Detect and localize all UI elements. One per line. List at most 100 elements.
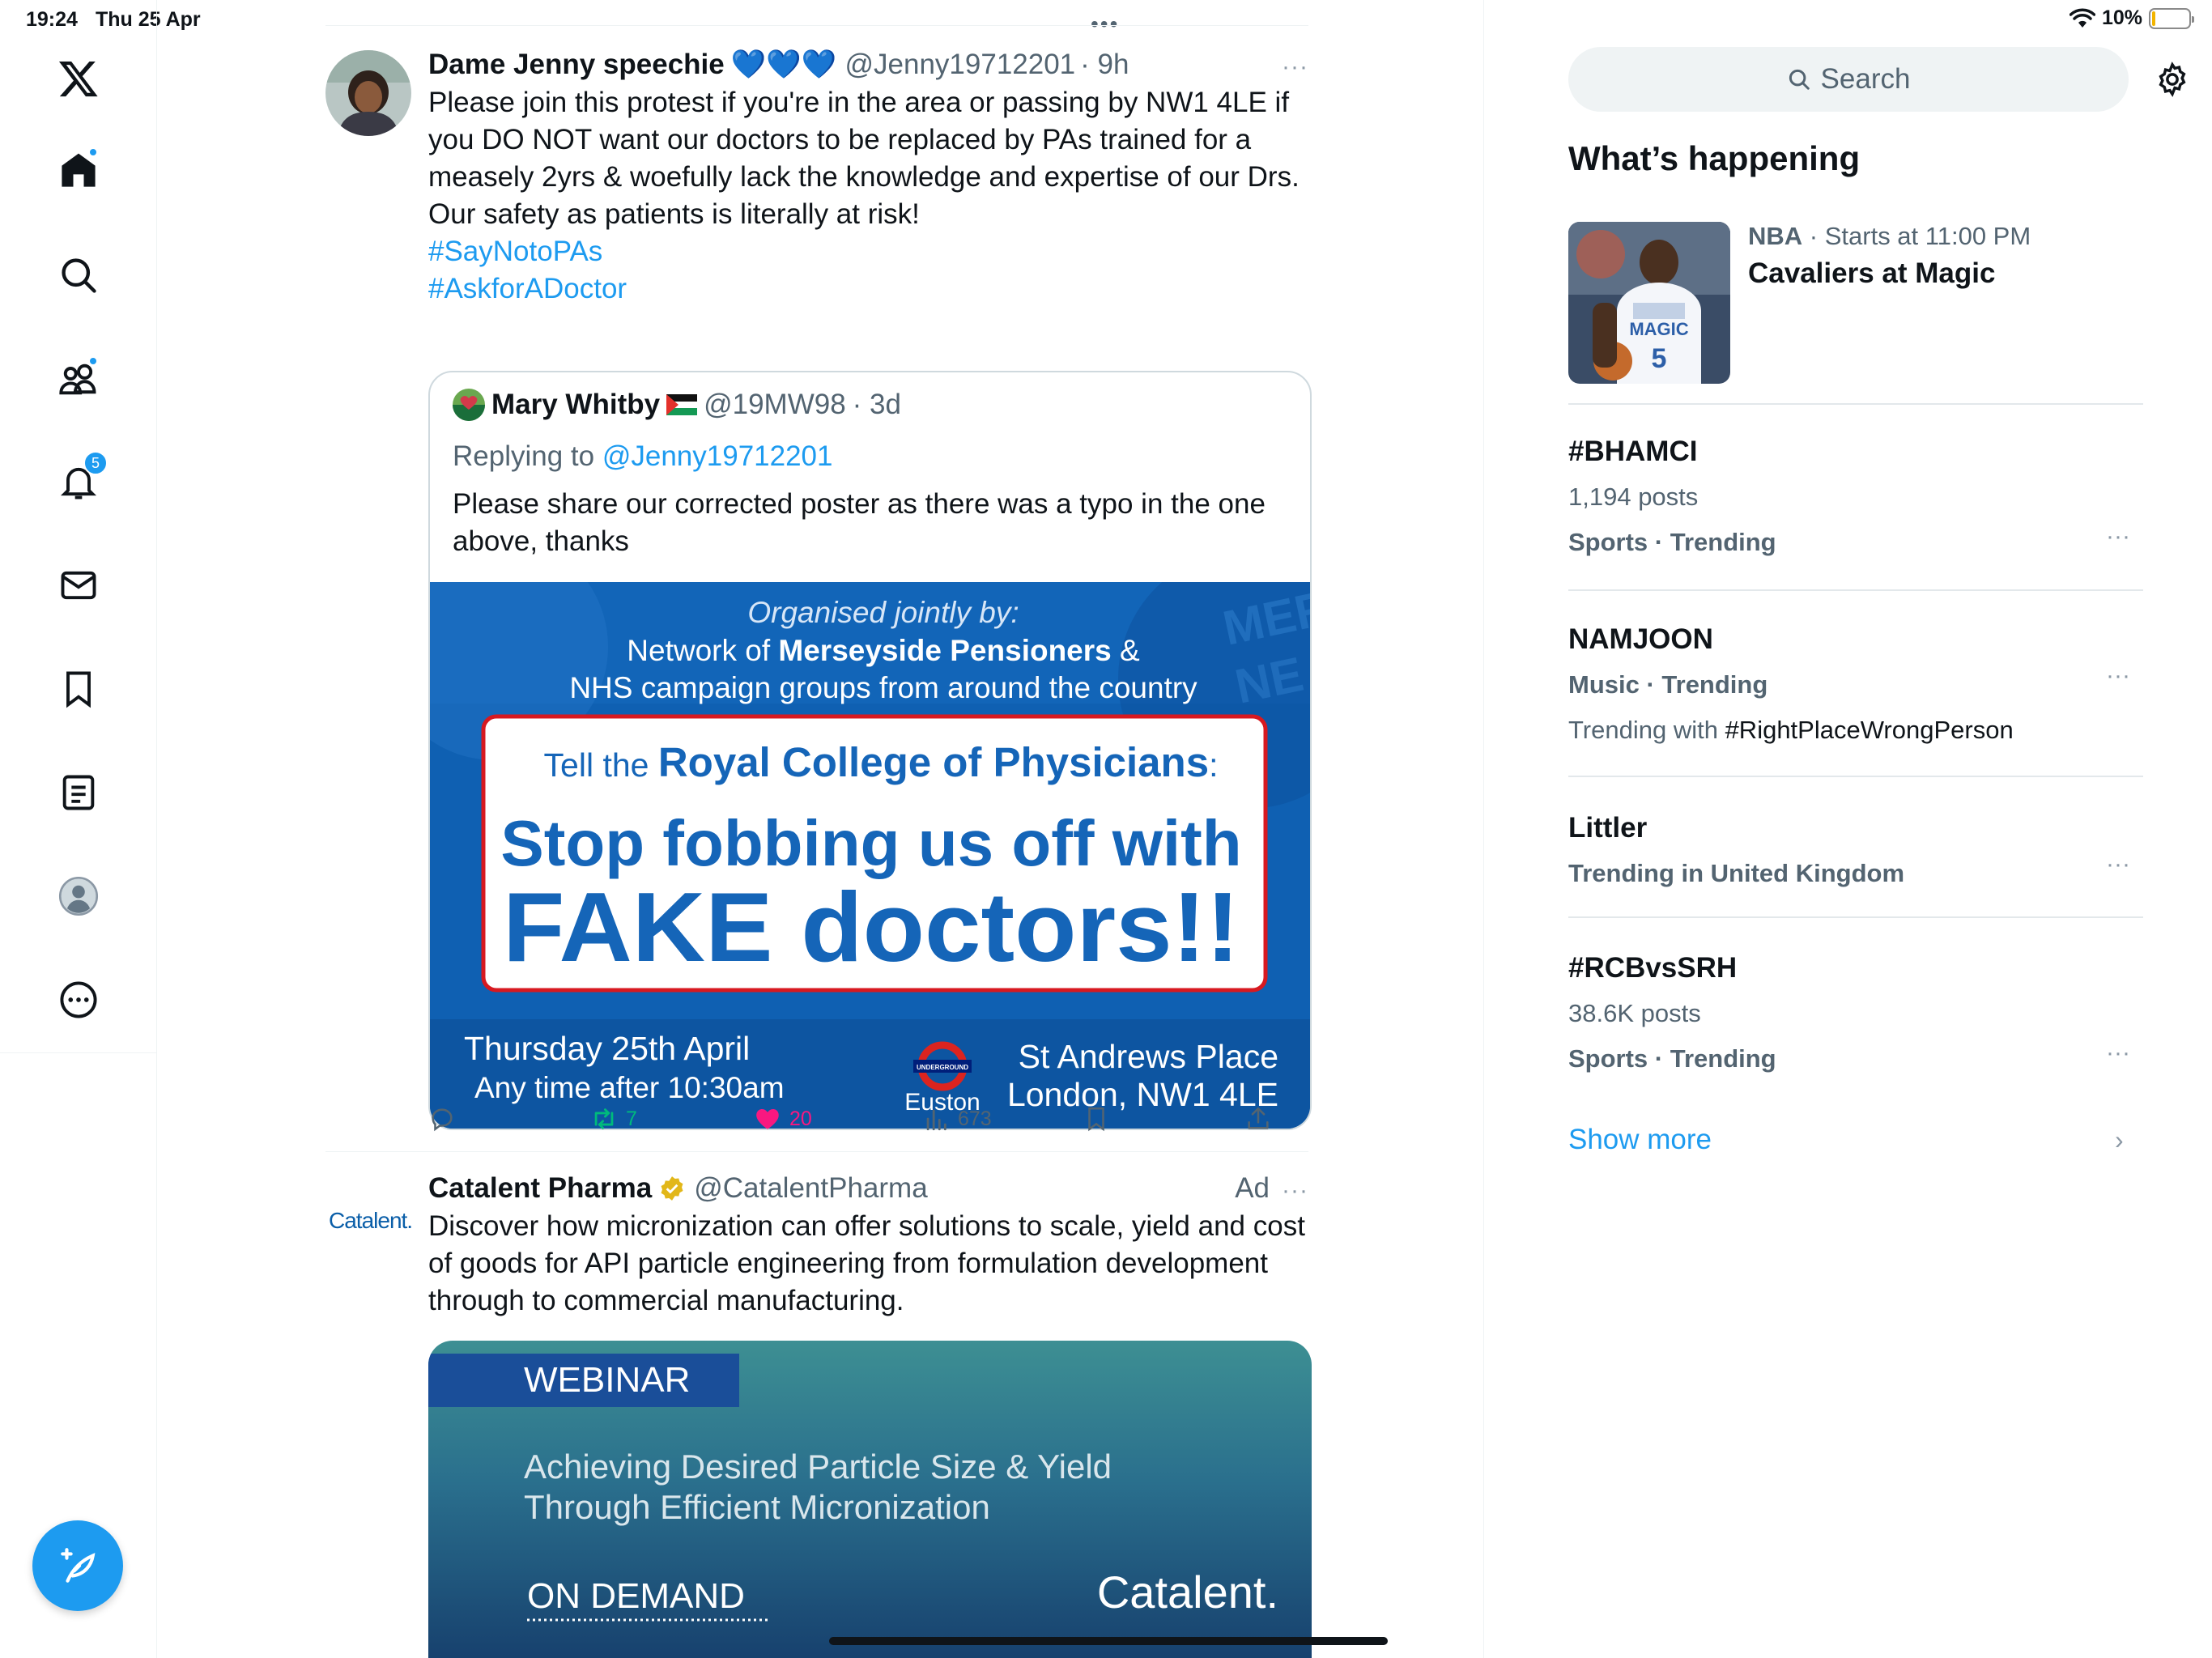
wifi-icon — [2069, 8, 2095, 28]
poster-place1: St Andrews Place — [1019, 1038, 1278, 1075]
trend-with: Trending with #RightPlaceWrongPerson — [1568, 708, 2143, 753]
verified-badge-icon — [661, 1176, 683, 1201]
trend-separator — [1568, 403, 2143, 405]
trend-category: Music · Trending — [1568, 670, 1768, 699]
gear-icon[interactable] — [2154, 61, 2191, 98]
nav-profile[interactable] — [46, 864, 111, 929]
nav-bookmarks[interactable] — [46, 657, 111, 721]
trend-name: #RCBvsSRH — [1568, 952, 1738, 984]
views-button[interactable]: 673 — [922, 1105, 992, 1133]
tweet-body: Dame Jenny speechie 💙💙💙 @Jenny19712201 ·… — [428, 47, 1308, 308]
whats-happening-title: What’s happening — [1568, 139, 1861, 177]
author-name[interactable]: Catalent Pharma — [428, 1171, 652, 1206]
trend-more-button[interactable]: ··· — [2106, 662, 2130, 690]
battery-fill — [2152, 11, 2156, 26]
author-handle[interactable]: @CatalentPharma — [694, 1171, 927, 1206]
home-indicator[interactable] — [829, 1637, 1388, 1645]
retweet-button[interactable]: 7 — [590, 1105, 637, 1133]
x-logo-icon[interactable] — [46, 46, 111, 111]
replying-handle-link[interactable]: @Jenny19712201 — [602, 440, 833, 472]
trend-posts: 1,194 posts — [1568, 483, 1699, 511]
catalent-logo[interactable]: Catalent. — [329, 1208, 413, 1234]
poster-line1-pre: Network of — [627, 634, 778, 667]
tweet-body: Catalent Pharma @CatalentPharma Ad ··· D… — [428, 1171, 1308, 1320]
trend-more-button[interactable]: ··· — [2106, 523, 2130, 551]
right-column-divider — [1483, 0, 1484, 1658]
nav-lists[interactable] — [46, 760, 111, 825]
messages-icon — [61, 571, 96, 600]
webinar-image[interactable]: WEBINAR Achieving Desired Particle Size … — [428, 1341, 1312, 1658]
trend-event[interactable]: MAGIC 5 NBA · Starts at 11:00 PM Cavalie… — [1568, 222, 2143, 384]
event-league: NBA — [1748, 222, 1803, 250]
quote-replying-to: Replying to @Jenny19712201 — [453, 440, 833, 473]
hashtag-link[interactable]: #AskforADoctor — [428, 270, 1308, 308]
timeline-drag-handle[interactable]: ••• — [1091, 11, 1119, 37]
hashtag-link[interactable]: #SayNotoPAs — [428, 233, 1308, 270]
trend-separator — [1568, 916, 2143, 918]
search-icon — [62, 258, 96, 293]
tweet-more-button[interactable]: ··· — [1282, 53, 1308, 81]
tweet-header: Dame Jenny speechie 💙💙💙 @Jenny19712201 ·… — [428, 47, 1308, 83]
nav-communities[interactable] — [46, 346, 111, 411]
poster-tell-bold: Royal College of Physicians — [658, 739, 1209, 785]
show-more-link[interactable]: Show more — [1568, 1124, 1712, 1156]
like-count: 20 — [789, 1107, 812, 1130]
retweet-count: 7 — [626, 1107, 637, 1130]
bookmark-button[interactable] — [1083, 1105, 1110, 1133]
poster-date: Thursday 25th April — [464, 1030, 750, 1067]
trend-item[interactable]: #RCBvsSRH 38.6K posts Sports · Trending … — [1568, 946, 2143, 1082]
trend-more-button[interactable]: ··· — [2106, 851, 2130, 878]
share-icon — [1248, 1107, 1269, 1129]
author-name[interactable]: Dame Jenny speechie — [428, 47, 725, 83]
compose-button[interactable] — [32, 1520, 123, 1611]
webinar-title-line2: Through Efficient Micronization — [524, 1488, 990, 1526]
timeline: ••• Dame Jenny speechie 💙💙💙 @Jenny197122… — [325, 0, 1388, 1658]
poster-tell: Tell the Royal College of Physicians: — [544, 739, 1219, 785]
quote-author-handle[interactable]: @19MW98 — [704, 389, 846, 421]
quote-text: Please share our corrected poster as the… — [453, 488, 1266, 557]
webinar-graphic: WEBINAR Achieving Desired Particle Size … — [428, 1354, 1278, 1622]
retweet-icon — [594, 1108, 614, 1129]
trend-more-button[interactable]: ··· — [2106, 1039, 2130, 1067]
quoted-tweet[interactable]: Mary Whitby @19MW98 · 3d Replying to @Je… — [428, 371, 1312, 1130]
search-input[interactable]: Search — [1568, 47, 2129, 112]
trend-name: #BHAMCI — [1568, 436, 1698, 467]
search-icon — [1789, 69, 1810, 90]
tweet-time[interactable]: · 9h — [1080, 47, 1129, 83]
tweet-text: Please join this protest if you're in th… — [428, 84, 1308, 308]
tweet-divider — [325, 1151, 1308, 1152]
reply-button[interactable] — [428, 1105, 464, 1133]
quote-avatar[interactable] — [453, 389, 485, 421]
trend-item[interactable]: NAMJOON Music · Trending Trending with #… — [1568, 617, 2143, 753]
nav-more[interactable] — [46, 967, 111, 1032]
avatar[interactable] — [325, 50, 411, 136]
trend-name: NAMJOON — [1568, 623, 1713, 655]
tweet[interactable]: Dame Jenny speechie 💙💙💙 @Jenny19712201 ·… — [325, 47, 1312, 1156]
poster-image[interactable]: MERSEYSI NE Organised jointly by: Networ… — [430, 582, 1310, 1129]
palestine-flag-icon — [666, 394, 698, 415]
battery-percent: 10% — [2101, 6, 2142, 29]
quote-header: Mary Whitby @19MW98 · 3d — [453, 389, 901, 421]
tweet-more-button[interactable]: ··· — [1282, 1177, 1308, 1205]
compose-icon — [61, 1548, 96, 1583]
trend-separator — [1568, 589, 2143, 591]
bookmarks-icon — [66, 671, 91, 708]
share-button[interactable] — [1244, 1105, 1272, 1133]
webinar-on-demand: ON DEMAND — [527, 1576, 745, 1616]
views-count: 673 — [958, 1107, 992, 1130]
like-button[interactable]: 20 — [754, 1105, 812, 1133]
author-handle[interactable]: @Jenny19712201 — [845, 47, 1076, 83]
nav-explore[interactable] — [46, 243, 111, 308]
communities-notification-dot — [88, 356, 98, 366]
poster-headline1: Stop fobbing us off with — [500, 807, 1241, 879]
quote-author-name[interactable]: Mary Whitby — [491, 389, 660, 421]
nav-notifications[interactable]: 5 — [46, 449, 111, 514]
trend-item[interactable]: Littler Trending in United Kingdom ··· — [1568, 806, 2143, 896]
lists-icon — [62, 775, 95, 810]
quote-time[interactable]: · 3d — [853, 389, 901, 421]
nav-messages[interactable] — [46, 553, 111, 618]
event-title: Cavaliers at Magic — [1748, 257, 1996, 289]
trend-item[interactable]: #BHAMCI 1,194 posts Sports · Trending ··… — [1568, 429, 2143, 565]
trend-with-tag[interactable]: #RightPlaceWrongPerson — [1725, 716, 2014, 744]
nav-home[interactable] — [46, 138, 111, 202]
